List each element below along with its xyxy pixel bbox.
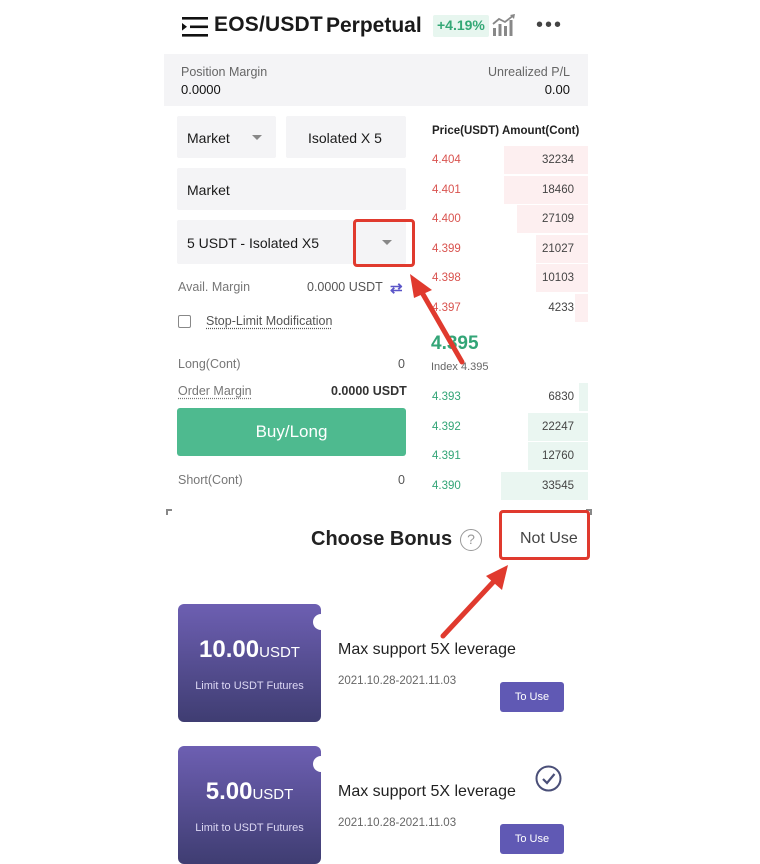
ask-amount: 10103 <box>542 272 574 285</box>
position-summary: Position Margin 0.0000 Unrealized P/L 0.… <box>164 54 588 106</box>
transfer-icon[interactable]: ⇄ <box>390 279 403 297</box>
ask-price: 4.398 <box>432 272 461 285</box>
ask-row[interactable]: 4.398 10103 <box>430 264 588 293</box>
coupon-card[interactable]: 5.00USDT Limit to USDT Futures <box>178 746 329 864</box>
ask-amount: 4233 <box>548 302 574 314</box>
ask-price: 4.404 <box>432 154 461 166</box>
contract-type: Perpetual <box>326 14 422 37</box>
coupon-limit: Limit to USDT Futures <box>195 822 304 834</box>
ask-price: 4.401 <box>432 183 461 196</box>
long-cont-label: Long(Cont) <box>178 357 241 371</box>
coupon-title: Max support 5X leverage <box>338 783 516 800</box>
coupon-amount-value: 10.00 <box>199 636 260 663</box>
short-cont-label: Short(Cont) <box>178 473 243 487</box>
ask-row[interactable]: 4.399 21027 <box>430 234 588 263</box>
bid-row[interactable]: 4.390 33545 <box>430 471 588 500</box>
order-type-value: Market <box>187 130 230 146</box>
short-cont-value: 0 <box>398 473 405 487</box>
ask-row[interactable]: 4.397 4233 <box>430 294 588 322</box>
bid-amount: 6830 <box>548 391 574 403</box>
price-input[interactable]: Market <box>177 168 406 210</box>
coupon-amount: 5.00USDT <box>178 778 321 806</box>
ask-row[interactable]: 4.400 27109 <box>430 205 588 234</box>
bid-amount: 22247 <box>542 420 574 433</box>
bonus-dropdown-highlight <box>353 219 415 267</box>
bonus-select-value: 5 USDT - Isolated X5 <box>187 235 320 251</box>
stop-limit-checkbox[interactable] <box>178 315 191 328</box>
order-margin-value: 0.0000 USDT <box>331 384 407 398</box>
avail-margin-value: 0.0000 USDT <box>307 280 383 294</box>
bid-price: 4.393 <box>432 391 461 403</box>
avail-margin-label: Avail. Margin <box>178 280 251 294</box>
bid-price: 4.390 <box>432 479 461 492</box>
sheet-corner <box>166 509 172 515</box>
coupon-card[interactable]: 10.00USDT Limit to USDT Futures <box>178 604 329 722</box>
bid-amount: 12760 <box>542 450 574 463</box>
price-input-value: Market <box>187 182 230 198</box>
coupon-limit: Limit to USDT Futures <box>195 680 304 692</box>
to-use-button[interactable]: To Use <box>500 824 564 854</box>
coupon-title: Max support 5X leverage <box>338 641 516 658</box>
price-change-badge: +4.19% <box>433 15 489 37</box>
order-type-select[interactable]: Market <box>177 116 276 158</box>
coupon-notch <box>313 614 329 630</box>
leverage-value: Isolated X 5 <box>308 130 382 146</box>
bid-price: 4.391 <box>432 450 461 463</box>
coupon-amount-value: 5.00 <box>205 778 253 805</box>
index-price: Index 4.395 <box>431 361 489 373</box>
amount-column-header: Amount(Cont) <box>502 125 580 137</box>
menu-icon[interactable] <box>182 16 208 38</box>
not-use-highlight <box>499 510 590 560</box>
bid-price: 4.392 <box>432 420 461 433</box>
ask-price: 4.399 <box>432 242 461 255</box>
price-column-header: Price(USDT) <box>432 125 500 137</box>
unrealized-pnl-value: 0.00 <box>544 82 570 97</box>
chart-icon[interactable] <box>492 14 516 36</box>
long-cont-value: 0 <box>398 357 405 371</box>
bid-row[interactable]: 4.391 12760 <box>430 442 588 471</box>
stop-limit-label[interactable]: Stop-Limit Modification <box>206 314 332 328</box>
pair-title[interactable]: EOS/USDT <box>214 13 323 37</box>
coupon-amount-unit: USDT <box>259 644 300 661</box>
to-use-button[interactable]: To Use <box>500 682 564 712</box>
ask-price: 4.397 <box>432 302 461 314</box>
leverage-button[interactable]: Isolated X 5 <box>286 116 406 158</box>
ask-price: 4.400 <box>432 213 461 226</box>
ask-row[interactable]: 4.401 18460 <box>430 175 588 204</box>
order-margin-label: Order Margin <box>178 384 252 398</box>
ask-amount: 27109 <box>542 213 574 226</box>
bid-row[interactable]: 4.392 22247 <box>430 412 588 441</box>
bid-row[interactable]: 4.393 6830 <box>430 383 588 411</box>
unrealized-pnl-label: Unrealized P/L <box>488 65 570 79</box>
last-price[interactable]: 4.395 <box>431 333 479 355</box>
header: EOS/USDT Perpetual +4.19% ••• <box>180 8 580 44</box>
chevron-down-icon <box>252 135 262 140</box>
position-margin-value: 0.0000 <box>181 82 221 97</box>
coupon-notch <box>313 756 329 772</box>
annotation-arrowhead-2 <box>486 565 508 590</box>
more-icon[interactable]: ••• <box>536 14 563 37</box>
ask-row[interactable]: 4.404 32234 <box>430 146 588 174</box>
ask-amount: 32234 <box>542 154 574 166</box>
ask-amount: 18460 <box>542 183 574 196</box>
check-circle-icon[interactable] <box>535 765 562 792</box>
coupon-dates: 2021.10.28-2021.11.03 <box>338 675 457 687</box>
annotation-arrow-2 <box>440 575 500 639</box>
help-icon[interactable]: ? <box>460 529 482 551</box>
coupon-amount-unit: USDT <box>252 786 294 803</box>
depth-bar <box>578 383 588 411</box>
buy-long-button[interactable]: Buy/Long <box>177 408 406 456</box>
ask-amount: 21027 <box>542 242 574 255</box>
coupon-dates: 2021.10.28-2021.11.03 <box>338 817 457 829</box>
position-margin-label: Position Margin <box>181 65 268 79</box>
choose-bonus-title: Choose Bonus <box>311 528 453 550</box>
bid-amount: 33545 <box>542 479 574 492</box>
annotation-arrowhead-1 <box>410 274 432 298</box>
depth-bar <box>575 294 588 322</box>
coupon-amount: 10.00USDT <box>178 636 321 664</box>
